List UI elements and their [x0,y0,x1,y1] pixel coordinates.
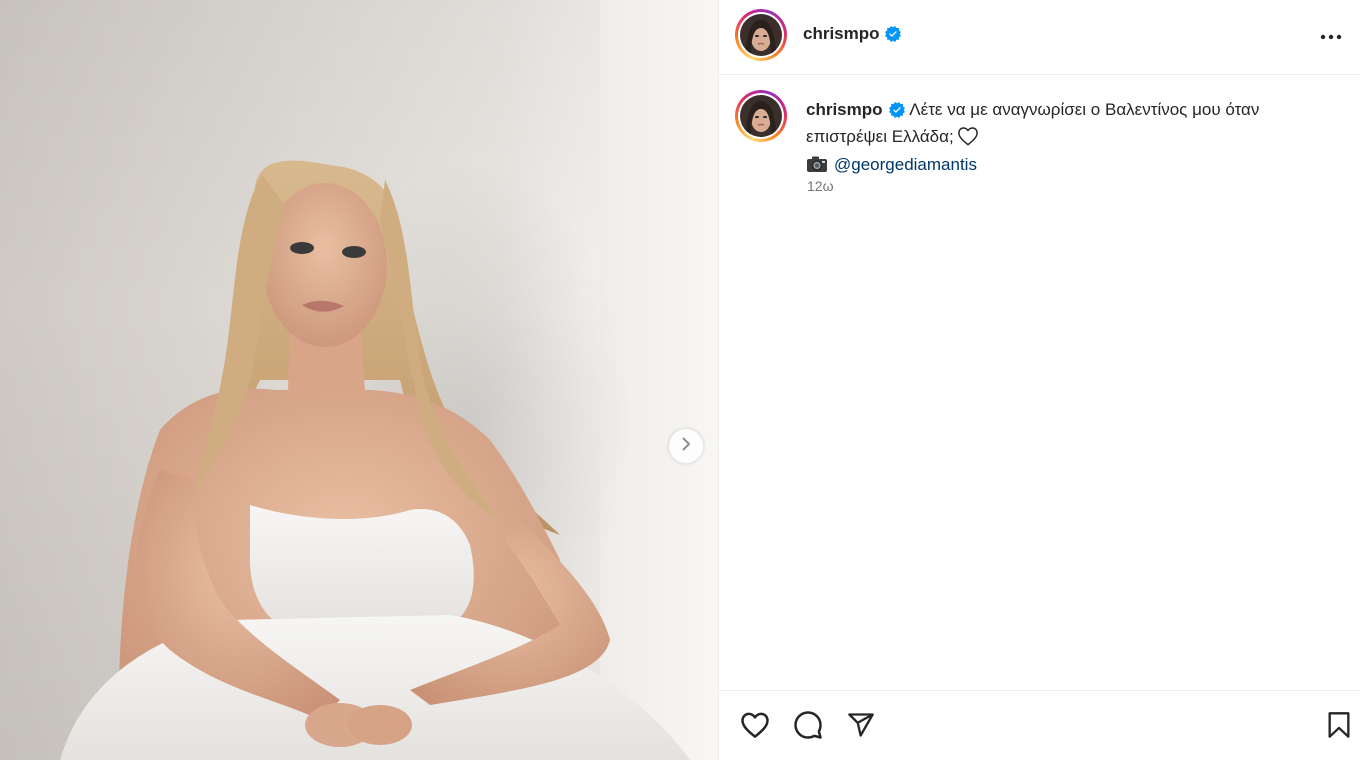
caption-username[interactable]: chrismpo [806,100,883,119]
verified-badge-icon [885,26,901,47]
post-media[interactable] [0,0,718,760]
comment-bubble-icon [793,710,823,745]
post-side-panel: chrismpo chrismpo Λέτε να με αναγνωρίσει… [718,0,1360,760]
bookmark-icon [1327,711,1351,744]
comment-button[interactable] [792,710,824,745]
credit-mention-link[interactable]: @georgediamantis [834,155,977,174]
camera-emoji [806,155,828,180]
paper-plane-icon [847,711,875,744]
like-button[interactable] [739,711,771,743]
post-header: chrismpo [719,0,1360,75]
share-button[interactable] [845,711,877,743]
more-options-icon [1320,27,1342,45]
author-username[interactable]: chrismpo [803,24,880,44]
verified-badge-icon [889,101,906,125]
post-photo [60,160,690,760]
post-action-bar [719,690,1360,760]
white-heart-emoji [957,126,979,153]
carousel-next-button[interactable] [669,429,703,463]
post-timestamp[interactable]: 12ω [807,178,834,194]
author-avatar[interactable] [735,9,787,61]
caption-text-block: chrismpo Λέτε να με αναγνωρίσει ο Βαλεντ… [806,98,1326,180]
heart-outline-icon [740,711,770,744]
caption-author-avatar[interactable] [735,90,787,142]
chevron-right-icon [680,437,692,456]
save-button[interactable] [1323,711,1355,743]
more-options-button[interactable] [1317,24,1345,48]
